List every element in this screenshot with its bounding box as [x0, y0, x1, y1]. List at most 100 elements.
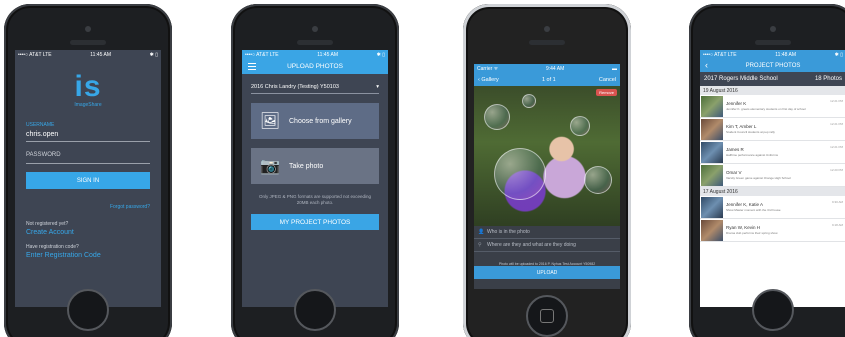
status-bar: Carrier ᯤ 9:44 AM ▬ — [474, 64, 620, 73]
page-title: PROJECT PHOTOS — [745, 62, 801, 69]
front-camera — [544, 26, 550, 32]
upload-screen: ••••○ AT&T LTE 11:45 AM ✱ ▯ UPLOAD PHOTO… — [242, 50, 388, 307]
photo-thumbnail — [701, 196, 723, 218]
phone-project-photos: ••••○ AT&T LTE 11:48 AM ✱ ▯ ‹ PROJECT PH… — [689, 4, 845, 337]
list-item[interactable]: Jennifer K, Katie A Show Master moment w… — [700, 196, 845, 219]
home-button[interactable] — [526, 295, 568, 337]
take-photo-button[interactable]: 📷 Take photo — [251, 148, 379, 184]
app-logo-subtitle: ImageShare — [74, 102, 102, 108]
username-label: USERNAME — [26, 122, 55, 128]
my-project-photos-button[interactable]: MY PROJECT PHOTOS — [251, 214, 379, 230]
battery-icon: ✱ ▯ — [376, 51, 385, 58]
sign-in-button[interactable]: SIGN IN — [26, 172, 150, 189]
clock-text: 9:44 AM — [545, 65, 565, 72]
camera-icon: 📷 — [260, 158, 280, 175]
project-photos-screen: ••••○ AT&T LTE 11:48 AM ✱ ▯ ‹ PROJECT PH… — [700, 50, 845, 307]
front-camera — [312, 26, 318, 32]
phone-upload: ••••○ AT&T LTE 11:45 AM ✱ ▯ UPLOAD PHOTO… — [231, 4, 399, 337]
home-button[interactable] — [752, 289, 794, 331]
carrier-text: ••••○ AT&T LTE — [703, 51, 737, 58]
home-button[interactable] — [67, 289, 109, 331]
earpiece — [70, 40, 106, 45]
project-select[interactable]: 2016 Chris Landry (Testing) Y50103 ▾ — [251, 84, 379, 94]
back-to-gallery-button[interactable]: ‹ Gallery — [478, 77, 499, 83]
project-select-value: 2016 Chris Landry (Testing) Y50103 — [251, 84, 339, 90]
battery-icon: ▬ — [612, 65, 617, 72]
front-camera — [85, 26, 91, 32]
item-name: James R — [726, 147, 744, 152]
item-time: 12:21 PM — [830, 122, 843, 126]
photo-thumbnail — [701, 164, 723, 186]
enter-code-link[interactable]: Enter Registration Code — [26, 252, 161, 259]
photo-thumbnail — [701, 118, 723, 140]
list-item[interactable]: Omar V Varsity Green game against Orange… — [700, 164, 845, 187]
bubble — [584, 166, 612, 194]
app-logo: is — [74, 70, 102, 103]
format-note: Only JPEG & PNG formats are supported no… — [258, 194, 372, 205]
list-item[interactable]: James R Halftime performance against Uni… — [700, 141, 845, 164]
earpiece — [529, 40, 565, 45]
bubble — [484, 104, 510, 130]
list-item[interactable]: Jennifer K Jennifer K. greets elementary… — [700, 95, 845, 118]
battery-icon: ✱ ▯ — [834, 51, 843, 58]
home-button[interactable] — [294, 289, 336, 331]
nav-bar: UPLOAD PHOTOS — [242, 59, 388, 74]
phone-photo-detail: Carrier ᯤ 9:44 AM ▬ ‹ Gallery 1 of 1 Can… — [463, 4, 631, 337]
login-screen: ••••○ AT&T LTE 11:45 AM ✱ ▯ is ImageShar… — [15, 50, 161, 307]
item-time: 12:20 PM — [830, 168, 843, 172]
nav-bar: ‹ Gallery 1 of 1 Cancel — [474, 73, 620, 86]
school-name: 2017 Rogers Middle School — [704, 76, 778, 82]
upload-button[interactable]: UPLOAD — [474, 266, 620, 279]
carrier-text: ••••○ AT&T LTE — [245, 51, 279, 58]
list-item[interactable]: Ryan W, Kevin H Drama club performs thei… — [700, 219, 845, 242]
item-desc: Drama club performs their spring show — [726, 231, 778, 235]
where-input[interactable]: ⚲ Where are they and what are they doing — [474, 239, 620, 252]
username-input[interactable]: chris.open — [26, 131, 150, 142]
clock-text: 11:45 AM — [317, 51, 339, 58]
have-code-text: Have registration code? — [26, 244, 79, 250]
back-chevron-icon[interactable]: ‹ — [705, 60, 708, 70]
cancel-button[interactable]: Cancel — [599, 77, 616, 83]
date-header: 19 August 2016 — [700, 86, 845, 95]
item-name: Omar V — [726, 170, 742, 175]
item-desc: Jennifer K. greets elementary students o… — [726, 107, 806, 111]
carrier-text: Carrier ᯤ — [477, 65, 499, 72]
password-input[interactable]: PASSWORD — [26, 152, 150, 164]
carrier-text: ••••○ AT&T LTE — [18, 51, 52, 58]
menu-icon[interactable] — [248, 63, 256, 70]
item-time: 9:30 AM — [831, 200, 843, 204]
choose-gallery-button[interactable]: 🖼 Choose from gallery — [251, 103, 379, 139]
home-square-icon — [540, 309, 554, 323]
item-name: Jennifer K, Katie A — [726, 202, 764, 207]
item-name: Ryan W, Kevin H — [726, 225, 761, 230]
date-header: 17 August 2016 — [700, 187, 845, 196]
bubble — [494, 148, 546, 200]
choose-gallery-label: Choose from gallery — [289, 117, 352, 125]
battery-icon: ✱ ▯ — [149, 51, 158, 58]
who-placeholder: Who is in the photo — [487, 229, 530, 235]
item-desc: Show Master moment with the 3rd house — [726, 208, 781, 212]
item-desc: Halftime performance against Uniforms — [726, 153, 779, 157]
remove-photo-button[interactable]: Remove — [596, 89, 617, 96]
create-account-link[interactable]: Create Account — [26, 229, 161, 236]
photo-thumbnail — [701, 219, 723, 241]
status-bar: ••••○ AT&T LTE 11:48 AM ✱ ▯ — [700, 50, 845, 59]
chevron-down-icon: ▾ — [376, 84, 379, 90]
item-name: Kim T, Amber L — [726, 124, 757, 129]
status-bar: ••••○ AT&T LTE 11:45 AM ✱ ▯ — [15, 50, 161, 59]
bubble — [570, 116, 590, 136]
person-icon: 👤 — [478, 229, 485, 235]
not-registered-text: Not registered yet? — [26, 221, 69, 227]
forgot-password-link[interactable]: Forgot password? — [26, 204, 150, 210]
front-camera — [770, 26, 776, 32]
location-icon: ⚲ — [478, 242, 482, 248]
selected-photo: Remove — [474, 86, 620, 226]
who-input[interactable]: 👤 Who is in the photo — [474, 226, 620, 239]
list-item[interactable]: Kim T, Amber L Student Council students … — [700, 118, 845, 141]
earpiece — [755, 40, 791, 45]
photo-counter: 1 of 1 — [541, 76, 556, 83]
photo-count: 18 Photos — [814, 76, 842, 82]
item-time: 12:21 PM — [830, 145, 843, 149]
item-desc: Student Council students at pep rally — [726, 130, 775, 134]
where-placeholder: Where are they and what are they doing — [487, 242, 576, 248]
